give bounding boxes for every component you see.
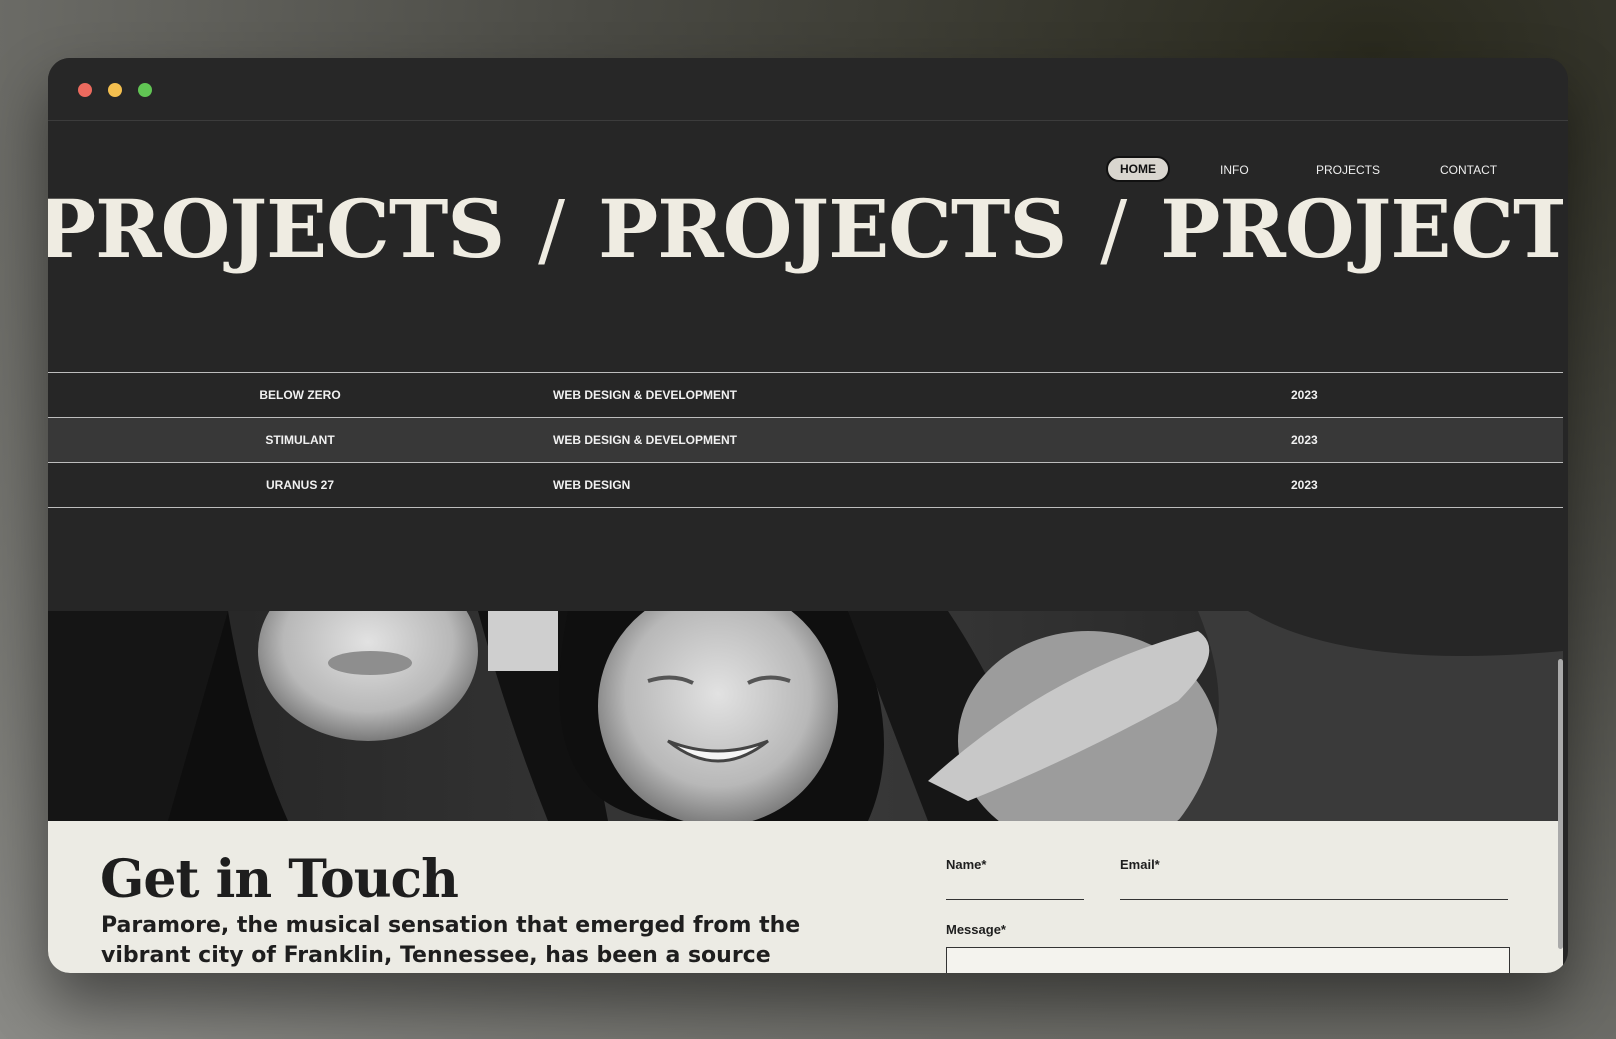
- group-photo: [48, 611, 1563, 821]
- projects-section: HOME INFO PROJECTS CONTACT PROJECTS / PROJ…: [48, 121, 1563, 611]
- marquee-separator: /: [1100, 183, 1127, 276]
- marquee-word: PROJECTS: [598, 182, 1067, 276]
- message-field[interactable]: [946, 947, 1510, 973]
- project-row[interactable]: BELOW ZERO WEB DESIGN & DEVELOPMENT 2023: [48, 372, 1563, 417]
- nav-contact[interactable]: CONTACT: [1440, 157, 1497, 183]
- browser-window: HOME INFO PROJECTS CONTACT PROJECTS / PROJ…: [48, 58, 1568, 973]
- project-name: BELOW ZERO: [259, 388, 341, 402]
- marquee-separator: /: [538, 183, 565, 276]
- nav-home[interactable]: HOME: [1106, 156, 1170, 182]
- scrollbar-thumb[interactable]: [1558, 659, 1563, 949]
- contact-title: Get in Touch: [100, 849, 459, 910]
- name-label: Name*: [946, 857, 987, 872]
- page-content: HOME INFO PROJECTS CONTACT PROJECTS / PROJ…: [48, 121, 1563, 973]
- project-name: STIMULANT: [265, 433, 335, 447]
- marquee-word: PROJECTS: [48, 182, 505, 276]
- project-type: WEB DESIGN & DEVELOPMENT: [553, 433, 738, 447]
- projects-table: BELOW ZERO WEB DESIGN & DEVELOPMENT 2023…: [48, 372, 1563, 508]
- window-titlebar: [48, 58, 1568, 121]
- contact-section: Get in Touch Paramore, the musical sensa…: [48, 821, 1563, 973]
- email-field[interactable]: [1120, 899, 1508, 900]
- minimize-window-button[interactable]: [108, 83, 122, 97]
- project-year: 2023: [1291, 478, 1318, 492]
- nav-projects[interactable]: PROJECTS: [1316, 157, 1380, 183]
- email-label: Email*: [1120, 857, 1160, 872]
- message-label: Message*: [946, 922, 1006, 937]
- project-type: WEB DESIGN: [553, 478, 631, 492]
- project-year: 2023: [1291, 388, 1318, 402]
- project-type: WEB DESIGN & DEVELOPMENT: [553, 388, 738, 402]
- projects-marquee: PROJECTS/PROJECTS/PROJECTS/PROJECTS: [48, 185, 1563, 274]
- contact-description: Paramore, the musical sensation that eme…: [101, 913, 801, 968]
- nav-info[interactable]: INFO: [1220, 157, 1249, 183]
- project-year: 2023: [1291, 433, 1318, 447]
- project-name: URANUS 27: [265, 478, 334, 492]
- project-row[interactable]: URANUS 27 WEB DESIGN 2023: [48, 462, 1563, 508]
- marquee-word: PROJECTS: [1160, 182, 1563, 276]
- project-row[interactable]: STIMULANT WEB DESIGN & DEVELOPMENT 2023: [48, 417, 1563, 462]
- maximize-window-button[interactable]: [138, 83, 152, 97]
- group-photo-image: [48, 611, 1563, 821]
- name-field[interactable]: [946, 899, 1084, 900]
- close-window-button[interactable]: [78, 83, 92, 97]
